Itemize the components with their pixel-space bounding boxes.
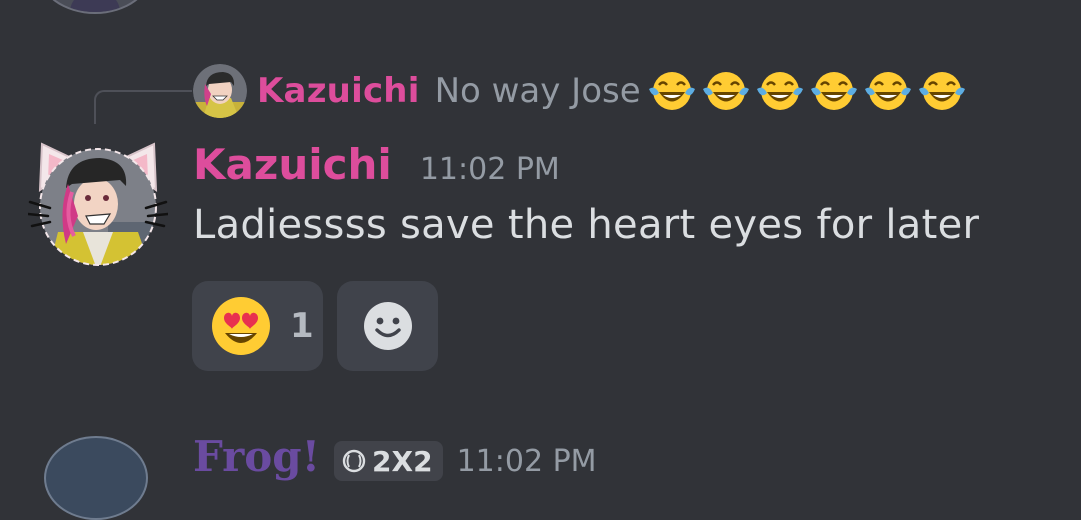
server-tag-icon	[342, 449, 366, 473]
reaction-count: 1	[290, 306, 314, 346]
next-message-avatar[interactable]	[44, 436, 148, 520]
add-reaction-button[interactable]	[337, 281, 438, 371]
reply-spine	[94, 90, 192, 124]
server-tag-text: 2X2	[372, 444, 433, 478]
avatar-art	[70, 0, 120, 12]
message-body: Ladiessss save the heart eyes for later	[193, 202, 980, 248]
face-with-tears-of-joy-icon	[810, 72, 857, 110]
smiling-face-with-heart-eyes-icon	[212, 297, 270, 355]
face-with-tears-of-joy-icon	[864, 72, 911, 110]
next-message-author-name[interactable]: Frog!	[193, 434, 320, 480]
message-author-name[interactable]: Kazuichi	[193, 140, 392, 189]
face-with-tears-of-joy-icon	[756, 72, 803, 110]
reaction-heart-eyes[interactable]: 1	[192, 281, 323, 371]
face-with-tears-of-joy-icon	[648, 72, 695, 110]
face-with-tears-of-joy-icon	[918, 72, 965, 110]
message-header: Kazuichi 11:02 PM	[193, 140, 560, 192]
reply-avatar[interactable]	[193, 64, 247, 118]
previous-message-avatar[interactable]	[38, 0, 152, 14]
reactions-bar: 1	[192, 281, 438, 371]
server-tag-badge[interactable]: 2X2	[334, 441, 443, 481]
face-with-tears-of-joy-icon	[702, 72, 749, 110]
next-message-timestamp: 11:02 PM	[456, 444, 597, 479]
add-reaction-smiley-icon	[363, 302, 412, 350]
reply-author-name[interactable]: Kazuichi	[257, 71, 420, 111]
message-avatar[interactable]	[26, 132, 170, 272]
reply-text[interactable]: No way Jose	[435, 71, 641, 111]
message-timestamp: 11:02 PM	[419, 152, 560, 187]
reply-emoji-group	[647, 69, 967, 113]
next-message-header: Frog! 2X2 11:02 PM	[193, 434, 597, 481]
reply-reference[interactable]: Kazuichi No way Jose	[193, 63, 967, 119]
